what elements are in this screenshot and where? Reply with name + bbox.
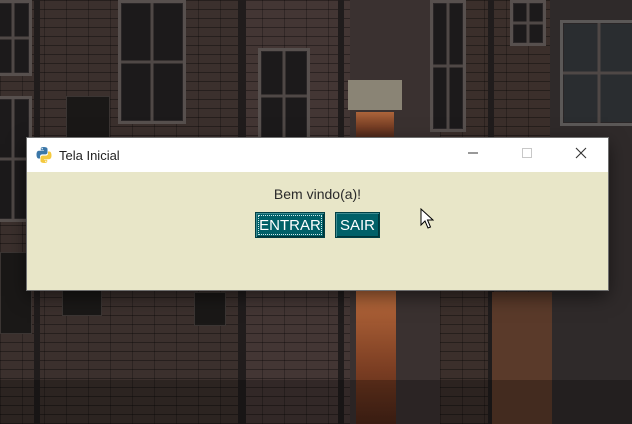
caption-buttons — [446, 138, 608, 172]
enter-button[interactable]: ENTRAR — [255, 212, 325, 238]
maximize-button[interactable] — [500, 138, 554, 172]
welcome-label: Bem vindo(a)! — [273, 186, 362, 202]
exit-button[interactable]: SAIR — [335, 212, 380, 238]
minimize-icon — [467, 146, 479, 164]
mouse-pointer-icon — [420, 207, 435, 230]
close-icon — [575, 146, 587, 164]
python-icon — [35, 146, 53, 164]
app-window: Tela Inicial Bem vindo(a)! ENTRAR SAIR — [27, 138, 608, 290]
maximize-icon — [521, 146, 533, 164]
window-title: Tela Inicial — [59, 147, 120, 163]
window-content: Bem vindo(a)! ENTRAR SAIR — [27, 172, 608, 290]
minimize-button[interactable] — [446, 138, 500, 172]
close-button[interactable] — [554, 138, 608, 172]
desktop: Tela Inicial Bem vindo(a)! ENTRAR SAIR — [0, 0, 632, 424]
title-bar[interactable]: Tela Inicial — [27, 138, 608, 172]
